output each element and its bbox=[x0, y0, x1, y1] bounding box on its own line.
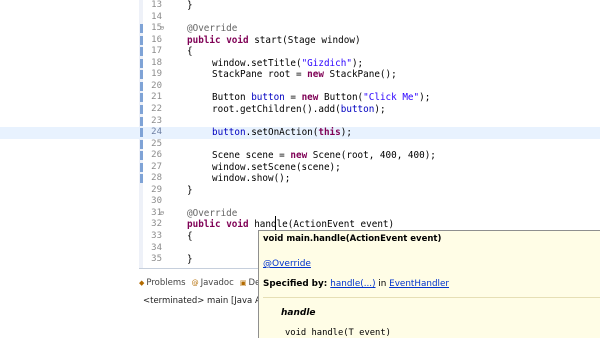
line-number: 28 bbox=[151, 173, 162, 184]
code-line[interactable]: 14 bbox=[0, 12, 600, 24]
code-text[interactable]: } bbox=[187, 185, 193, 197]
code-line[interactable]: 31 ⊖ @Override bbox=[0, 208, 600, 220]
change-marker bbox=[140, 128, 143, 138]
line-number: 23 bbox=[151, 115, 162, 126]
code-text[interactable]: Scene scene = new Scene(root, 400, 400); bbox=[212, 150, 436, 162]
code-text[interactable]: window.show(); bbox=[212, 173, 290, 185]
line-number: 20 bbox=[151, 80, 162, 91]
change-marker bbox=[140, 116, 143, 126]
code-text[interactable]: { bbox=[187, 231, 193, 243]
change-marker bbox=[140, 35, 143, 45]
code-line[interactable]: 22 root.getChildren().add(button); bbox=[0, 104, 600, 116]
code-line[interactable]: 30 bbox=[0, 196, 600, 208]
code-line[interactable]: 21 Button button = new Button("Click Me")… bbox=[0, 92, 600, 104]
code-text[interactable]: @Override bbox=[187, 23, 237, 35]
code-line[interactable]: 29} bbox=[0, 185, 600, 197]
code-text[interactable]: window.setScene(scene); bbox=[212, 162, 341, 174]
doc-method-title: handle bbox=[281, 308, 316, 318]
code-text[interactable]: } bbox=[187, 0, 193, 12]
console-output: <terminated> main [Java Appl bbox=[143, 296, 274, 306]
tab-label: Javadoc bbox=[200, 278, 234, 288]
code-text[interactable]: } bbox=[187, 254, 193, 266]
code-line[interactable]: 23 bbox=[0, 116, 600, 128]
popup-divider bbox=[263, 297, 600, 298]
code-line[interactable]: 24 button.setOnAction(this); bbox=[0, 127, 600, 139]
line-number: 16 bbox=[151, 34, 162, 45]
code-line[interactable]: 25 bbox=[0, 139, 600, 151]
code-text[interactable]: window.setTitle("Gizdich"); bbox=[212, 58, 363, 70]
text-cursor bbox=[275, 216, 276, 231]
line-number: 27 bbox=[151, 161, 162, 172]
code-line[interactable]: 19 StackPane root = new StackPane(); bbox=[0, 69, 600, 81]
line-number: 13 bbox=[151, 0, 162, 10]
tab-label: Problems bbox=[146, 278, 186, 288]
change-marker bbox=[140, 81, 143, 91]
line-number: 35 bbox=[151, 254, 162, 265]
line-number: 18 bbox=[151, 57, 162, 68]
tab-javadoc[interactable]: @ Javadoc bbox=[192, 278, 234, 288]
code-line[interactable]: 17 { bbox=[0, 46, 600, 58]
change-marker bbox=[140, 70, 143, 80]
code-text[interactable]: Button button = new Button("Click Me"); bbox=[212, 92, 430, 104]
code-line[interactable]: 15 ⊖ @Override bbox=[0, 23, 600, 35]
code-line[interactable]: 13} bbox=[0, 0, 600, 12]
line-number: 21 bbox=[151, 92, 162, 103]
code-line[interactable]: 16 public void start(Stage window) bbox=[0, 35, 600, 47]
javadoc-icon: @ bbox=[191, 279, 199, 287]
change-marker bbox=[140, 47, 143, 57]
line-number: 19 bbox=[151, 69, 162, 80]
code-text[interactable]: button.setOnAction(this); bbox=[212, 127, 352, 139]
line-number: 26 bbox=[151, 150, 162, 161]
hover-javadoc-popup[interactable]: void main.handle(ActionEvent event) @Ove… bbox=[258, 230, 600, 338]
popup-signature: void main.handle(ActionEvent event) bbox=[263, 234, 442, 244]
code-line[interactable]: 26 Scene scene = new Scene(root, 400, 400… bbox=[0, 150, 600, 162]
code-text[interactable]: root.getChildren().add(button); bbox=[212, 104, 386, 116]
line-number: 34 bbox=[151, 242, 162, 253]
change-marker bbox=[140, 24, 143, 34]
declaration-icon: ▣ bbox=[239, 279, 247, 287]
line-number: 30 bbox=[151, 196, 162, 207]
specified-in-text: in bbox=[375, 279, 390, 289]
override-link-text[interactable]: @Override bbox=[263, 259, 311, 269]
specified-by-label: Specified by: bbox=[263, 279, 331, 289]
code-line[interactable]: 18 window.setTitle("Gizdich"); bbox=[0, 58, 600, 70]
line-number: 33 bbox=[151, 231, 162, 241]
change-marker bbox=[140, 58, 143, 68]
code-line[interactable]: 20 bbox=[0, 81, 600, 93]
line-number: 14 bbox=[151, 11, 162, 22]
tab-problems[interactable]: ◆ Problems bbox=[139, 278, 186, 288]
code-text[interactable]: { bbox=[187, 46, 193, 58]
line-number: 29 bbox=[151, 184, 162, 195]
change-marker bbox=[140, 162, 143, 172]
code-editor[interactable]: 13} 14 15 ⊖ @Override 16 public void start(Sta… bbox=[0, 0, 600, 268]
line-number: 24 bbox=[151, 127, 162, 138]
problems-icon: ◆ bbox=[139, 279, 145, 287]
line-number: 25 bbox=[151, 138, 162, 149]
code-line[interactable]: 27 window.setScene(scene); bbox=[0, 162, 600, 174]
code-text[interactable]: public void start(Stage window) bbox=[187, 35, 361, 47]
change-marker bbox=[140, 104, 143, 114]
code-line[interactable]: 28 window.show(); bbox=[0, 173, 600, 185]
specified-type-link[interactable]: EventHandler bbox=[389, 279, 449, 289]
code-text[interactable]: @Override bbox=[187, 208, 237, 220]
override-link[interactable]: @Override bbox=[263, 259, 311, 269]
bottom-panel: ◆Problems@Javadoc▣Decla <terminated> mai… bbox=[139, 268, 274, 338]
fold-toggle-icon[interactable]: ⊖ bbox=[160, 23, 164, 35]
line-number: 32 bbox=[151, 219, 162, 230]
change-marker bbox=[140, 174, 143, 184]
change-marker bbox=[140, 139, 143, 149]
change-marker bbox=[140, 151, 143, 161]
panel-tabs: ◆Problems@Javadoc▣Decla bbox=[139, 275, 272, 291]
code-text[interactable]: StackPane root = new StackPane(); bbox=[212, 69, 397, 81]
line-number: 22 bbox=[151, 103, 162, 114]
specified-method-link[interactable]: handle(...) bbox=[330, 279, 375, 289]
change-marker bbox=[140, 93, 143, 103]
fold-toggle-icon[interactable]: ⊖ bbox=[160, 208, 164, 220]
line-number: 17 bbox=[151, 46, 162, 57]
specified-by-line: Specified by: handle(...) in EventHandle… bbox=[263, 279, 449, 289]
